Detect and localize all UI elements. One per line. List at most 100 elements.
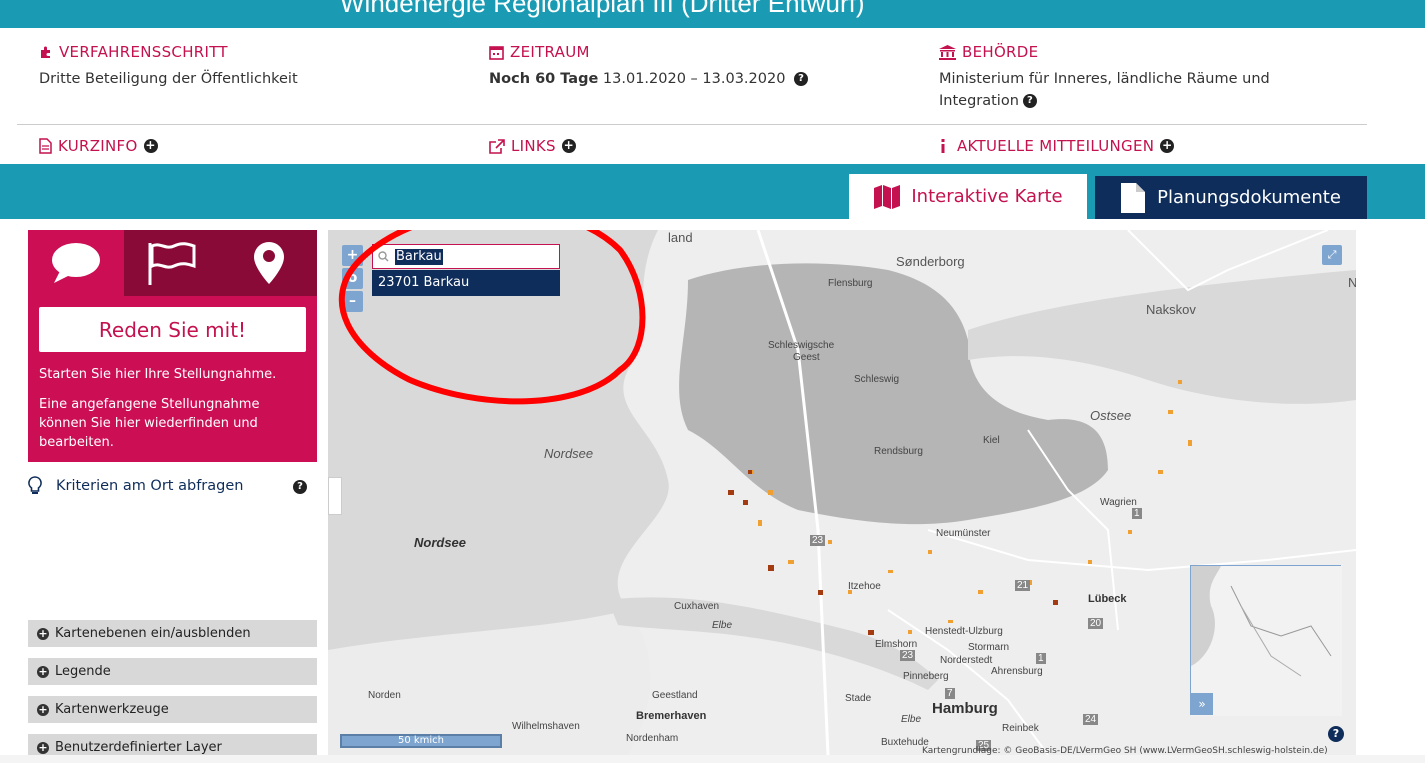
road-shield: 20 bbox=[1088, 618, 1104, 629]
divider bbox=[17, 124, 1367, 125]
scale-bar: 50 kmich bbox=[340, 734, 502, 748]
kurzinfo-toggle[interactable]: KURZINFO + bbox=[39, 137, 158, 155]
tab-planungsdokumente[interactable]: Planungsdokumente bbox=[1095, 176, 1367, 219]
accordion-legende[interactable]: + Legende bbox=[28, 658, 317, 685]
sidetab-pin[interactable] bbox=[220, 230, 317, 296]
header-bar: Windenergie Regionalplan III (Dritter En… bbox=[0, 0, 1425, 28]
behoerde-value: Ministerium für Inneres, ländliche Räume… bbox=[939, 71, 1270, 109]
verfahren-value: Dritte Beteiligung der Öffentlichkeit bbox=[39, 71, 298, 87]
zeitraum-value: Noch 60 Tage 13.01.2020 – 13.03.2020 ? bbox=[489, 68, 809, 90]
tab-interaktive-karte[interactable]: Interaktive Karte bbox=[849, 174, 1087, 219]
map-label: Kiel bbox=[983, 435, 1000, 446]
sidetab-flag[interactable] bbox=[124, 230, 220, 296]
map-icon bbox=[874, 184, 901, 209]
map-label: Lübeck bbox=[1088, 593, 1127, 605]
map-label: N bbox=[1348, 275, 1356, 290]
accordion-kartenwerkzeuge[interactable]: + Kartenwerkzeuge bbox=[28, 696, 317, 723]
map-label: Reinbek bbox=[1002, 723, 1039, 734]
map-help-icon[interactable]: ? bbox=[1328, 726, 1344, 742]
expand-icon: + bbox=[37, 664, 49, 678]
road-shield: 23 bbox=[900, 650, 916, 661]
panel-resize-handle[interactable] bbox=[328, 477, 342, 515]
expand-icon: + bbox=[37, 702, 49, 716]
road-shield: 1 bbox=[1132, 508, 1142, 519]
map-label: Ostsee bbox=[1090, 408, 1132, 423]
info-icon bbox=[941, 139, 945, 153]
road-shield: 24 bbox=[1083, 714, 1099, 725]
verfahren-label: VERFAHRENSSCHRITT bbox=[39, 43, 228, 61]
interactive-map[interactable]: land Sønderborg Nakskov N Flensburg Schl… bbox=[328, 230, 1356, 755]
map-label: Nordsee bbox=[544, 446, 594, 461]
file-icon bbox=[1121, 182, 1146, 213]
calendar-icon bbox=[489, 45, 504, 60]
help-icon[interactable]: ? bbox=[293, 480, 307, 494]
map-label: Geestland bbox=[652, 690, 698, 701]
links-toggle[interactable]: LINKS + bbox=[489, 137, 576, 155]
map-label: Sønderborg bbox=[896, 254, 965, 269]
road-shield: 1 bbox=[1036, 653, 1046, 664]
kriterien-abfragen[interactable]: Kriterien am Ort abfragen ? bbox=[28, 474, 317, 498]
fullscreen-button[interactable]: ⤢ bbox=[1322, 245, 1342, 265]
map-label: Henstedt-Ulzburg bbox=[925, 626, 1003, 637]
map-label: Hamburg bbox=[932, 700, 998, 717]
overview-map-image bbox=[1191, 566, 1342, 716]
map-label: Cuxhaven bbox=[674, 601, 720, 612]
map-label: Elbe bbox=[712, 620, 733, 631]
expand-icon: + bbox=[561, 138, 576, 153]
road-shield: 23 bbox=[810, 535, 826, 546]
map-label: Wagrien bbox=[1100, 497, 1137, 508]
stellungnahme-panel: Reden Sie mit! Starten Sie hier Ihre Ste… bbox=[28, 230, 317, 462]
map-label: Nordsee bbox=[414, 535, 467, 550]
road-shield: 21 bbox=[1015, 580, 1031, 591]
expand-icon: + bbox=[1160, 138, 1175, 153]
map-attribution: Kartengrundlage: © GeoBasis-DE/LVermGeo … bbox=[922, 746, 1328, 755]
days-remaining: Noch 60 Tage bbox=[489, 71, 599, 87]
puzzle-icon bbox=[41, 46, 50, 58]
lightbulb-icon bbox=[28, 476, 42, 494]
zeitraum-label: ZEITRAUM bbox=[489, 43, 590, 61]
mitteilungen-toggle[interactable]: AKTUELLE MITTEILUNGEN + bbox=[939, 137, 1175, 155]
page-title: Windenergie Regionalplan III (Dritter En… bbox=[340, 0, 865, 18]
map-label: Elbe bbox=[901, 714, 922, 725]
expand-icon: + bbox=[143, 138, 158, 153]
intro-text: Starten Sie hier Ihre Stellungnahme. bbox=[39, 367, 277, 382]
help-icon[interactable]: ? bbox=[1022, 94, 1037, 108]
map-label: Bremerhaven bbox=[636, 710, 707, 722]
map-label: Wilhelmshaven bbox=[512, 721, 580, 732]
map-label: Ahrensburg bbox=[991, 666, 1043, 677]
help-icon[interactable]: ? bbox=[794, 72, 809, 86]
chat-icon bbox=[52, 243, 100, 283]
map-label: Flensburg bbox=[828, 278, 873, 289]
map-label: Itzehoe bbox=[848, 581, 881, 592]
behoerde-label: BEHÖRDE bbox=[939, 43, 1038, 61]
page-bottom bbox=[0, 755, 1425, 763]
map-label: Neumünster bbox=[936, 528, 991, 539]
sidetab-chat[interactable] bbox=[28, 230, 124, 296]
flag-icon bbox=[148, 242, 196, 285]
map-label: Schleswig bbox=[854, 374, 900, 385]
accordion-kartenebenen[interactable]: + Kartenebenen ein/ausblenden bbox=[28, 620, 317, 647]
map-label: Norderstedt bbox=[940, 655, 993, 666]
document-icon bbox=[39, 138, 52, 154]
road-shield: 7 bbox=[945, 688, 955, 699]
expand-icon: + bbox=[37, 626, 49, 640]
external-link-icon bbox=[489, 138, 505, 154]
map-label: Elmshorn bbox=[875, 639, 918, 650]
expand-icon: + bbox=[37, 740, 49, 754]
reden-sie-mit-button[interactable]: Reden Sie mit! bbox=[39, 307, 306, 352]
annotation-circle bbox=[338, 230, 646, 405]
map-label: Stormarn bbox=[968, 642, 1010, 653]
map-label: Nakskov bbox=[1146, 302, 1196, 317]
map-label: Pinneberg bbox=[903, 671, 949, 682]
resume-text: Eine angefangene Stellungnahme können Si… bbox=[39, 397, 260, 450]
map-label: Nordenham bbox=[626, 733, 679, 744]
map-label: Norden bbox=[368, 690, 401, 701]
map-label: Rendsburg bbox=[874, 446, 923, 457]
pin-icon bbox=[253, 242, 284, 284]
map-label: Geest bbox=[793, 352, 820, 363]
map-label: Schleswigsche bbox=[768, 340, 835, 351]
date-range: 13.01.2020 – 13.03.2020 bbox=[602, 71, 786, 87]
toggle-overview-button[interactable]: » bbox=[1191, 693, 1213, 715]
map-label: Stade bbox=[845, 693, 872, 704]
bank-icon bbox=[939, 44, 956, 60]
